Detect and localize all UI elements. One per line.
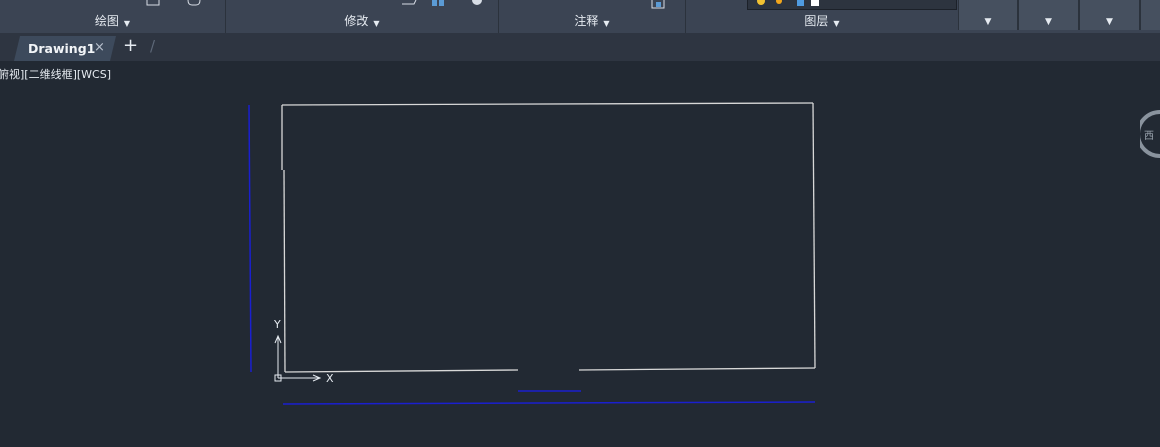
- ribbon: 绘图 ▼ 修改 ▼ 注释 ▼ 图层 ▼ ▼ ▼ ▼: [0, 0, 1160, 34]
- tab-label: Drawing1: [28, 41, 96, 56]
- collapsed-panel-3[interactable]: ▼: [1079, 0, 1140, 30]
- chevron-down-icon: ▼: [833, 19, 840, 28]
- new-tab-button[interactable]: +: [123, 36, 138, 56]
- modify-panel-title[interactable]: 修改 ▼: [226, 0, 498, 33]
- viewcube-west-label[interactable]: 西: [1144, 127, 1154, 142]
- chevron-down-icon: ▼: [1045, 17, 1052, 27]
- rect-left-edge-lower[interactable]: [283, 169, 286, 373]
- ucs-x-label: X: [326, 372, 334, 385]
- layers-panel-title[interactable]: 图层 ▼: [686, 0, 958, 33]
- drawing-canvas[interactable]: [0, 62, 1160, 447]
- close-icon[interactable]: ×: [94, 40, 105, 55]
- collapsed-panel-4[interactable]: [1140, 0, 1160, 30]
- rect-right-edge[interactable]: [812, 102, 816, 369]
- chevron-down-icon: ▼: [373, 19, 380, 28]
- ucs-y-label: Y: [274, 318, 281, 331]
- chevron-down-icon: ▼: [1106, 17, 1113, 27]
- chevron-down-icon: ▼: [984, 17, 992, 27]
- tab-drawing1[interactable]: Drawing1 ×: [14, 36, 116, 61]
- ucs-icon: [274, 334, 322, 382]
- chevron-down-icon: ▼: [123, 19, 131, 28]
- collapsed-panel-2[interactable]: ▼: [1018, 0, 1079, 30]
- rect-top-edge[interactable]: [281, 102, 814, 106]
- rect-bottom-edge-right[interactable]: [578, 367, 816, 371]
- blue-vertical-line[interactable]: [248, 104, 252, 373]
- draw-panel-title[interactable]: 绘图 ▼: [0, 0, 225, 33]
- collapsed-panel-1[interactable]: ▼: [958, 0, 1018, 30]
- rect-bottom-edge-left[interactable]: [284, 369, 519, 373]
- annotation-panel-title[interactable]: 注释 ▼: [499, 0, 685, 33]
- blue-bottom-line[interactable]: [282, 401, 816, 405]
- chevron-down-icon: ▼: [603, 19, 610, 28]
- tab-separator: /: [150, 37, 156, 55]
- file-tab-bar: [0, 33, 1160, 61]
